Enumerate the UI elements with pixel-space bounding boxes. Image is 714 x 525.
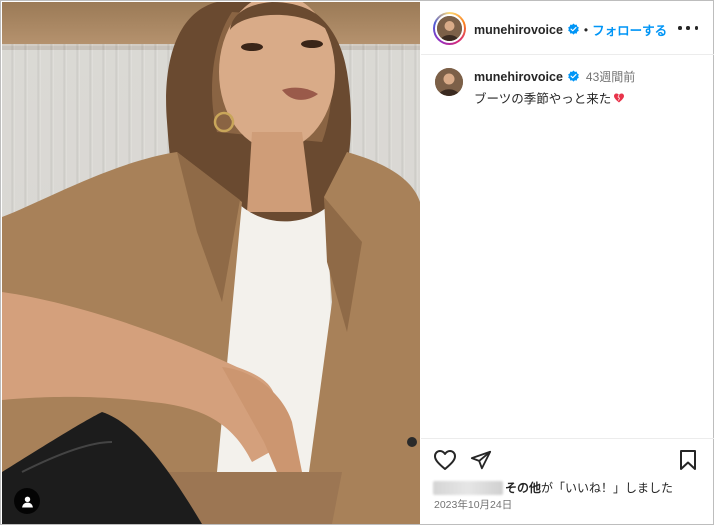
- post-actions: その他 が「いいね！」しました 2023年10月24日: [421, 438, 714, 524]
- caption-text: ブーツの季節やっと来た: [474, 92, 612, 106]
- caption-avatar[interactable]: [435, 68, 463, 96]
- user-tag-icon: [21, 496, 33, 507]
- caption-meta: munehirovoice 43週間前: [474, 68, 704, 85]
- author-username[interactable]: munehirovoice: [474, 23, 563, 37]
- likes-summary[interactable]: その他 が「いいね！」しました: [433, 479, 673, 496]
- heart-outline-icon[interactable]: [433, 449, 457, 471]
- blurred-liker-names: [433, 480, 503, 495]
- user-tag-button[interactable]: [14, 488, 40, 514]
- bookmark-icon[interactable]: [679, 449, 697, 471]
- post-date[interactable]: 2023年10月24日: [434, 497, 512, 512]
- heart-emoji-icon: [614, 93, 625, 102]
- verified-badge-icon: [568, 23, 579, 35]
- post-side-panel: munehirovoice • フォローする munehirovoice 43週…: [421, 2, 714, 524]
- more-options-icon: [678, 26, 682, 30]
- photo-subject: [2, 2, 420, 524]
- header-title-row: munehirovoice • フォローする: [474, 20, 667, 39]
- instagram-post-window: munehirovoice • フォローする munehirovoice 43週…: [0, 0, 714, 525]
- likes-others-link[interactable]: その他: [505, 479, 541, 496]
- paper-plane-icon[interactable]: [470, 449, 492, 471]
- caption-content: munehirovoice 43週間前 ブーツの季節やっと来た: [474, 68, 704, 107]
- post-header: munehirovoice • フォローする: [421, 2, 714, 55]
- caption-timestamp[interactable]: 43週間前: [586, 68, 635, 85]
- post-photo[interactable]: [2, 2, 420, 524]
- author-avatar[interactable]: [433, 12, 466, 45]
- author-avatar-image: [435, 14, 464, 43]
- caption-username[interactable]: munehirovoice: [474, 70, 563, 84]
- header-separator: •: [583, 22, 589, 37]
- caption-text-row: ブーツの季節やっと来た: [474, 88, 704, 107]
- likes-text: が「いいね！」しました: [541, 481, 674, 495]
- verified-badge-icon: [568, 70, 579, 82]
- more-options-button[interactable]: [678, 19, 698, 37]
- follow-button[interactable]: フォローする: [592, 20, 667, 39]
